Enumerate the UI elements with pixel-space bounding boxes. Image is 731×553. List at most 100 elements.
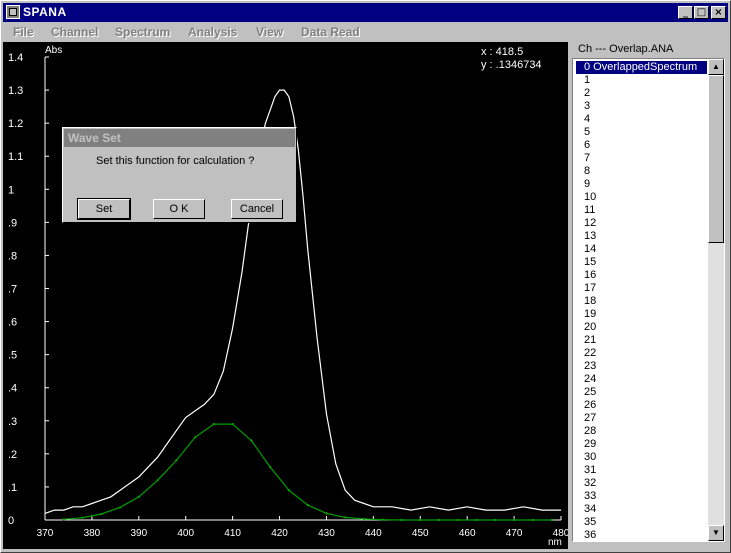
channel-item[interactable]: 31 <box>576 464 707 477</box>
channel-item[interactable]: 23 <box>576 360 707 373</box>
channel-item[interactable]: 16 <box>576 269 707 282</box>
cursor-y-readout: y : .1346734 <box>481 59 542 71</box>
app-icon[interactable] <box>6 5 20 19</box>
set-button[interactable]: Set <box>77 198 131 220</box>
menu-channel[interactable]: Channel <box>51 25 98 39</box>
menu-file[interactable]: File <box>13 25 34 39</box>
channel-item[interactable]: 5 <box>576 126 707 139</box>
channel-list-title: Ch --- Overlap.ANA <box>578 43 674 55</box>
x-tick-label: 400 <box>177 528 194 539</box>
fit-point <box>362 517 366 521</box>
channel-item[interactable]: 36 <box>576 529 707 541</box>
fit-point <box>494 518 497 522</box>
channel-item[interactable]: 4 <box>576 113 707 126</box>
fit-point <box>268 465 272 469</box>
y-tick-label: .4 <box>8 383 17 395</box>
channel-item[interactable]: 10 <box>576 191 707 204</box>
channel-item[interactable]: 8 <box>576 165 707 178</box>
fit-point <box>550 518 553 522</box>
y-tick-label: .8 <box>8 250 17 262</box>
channel-item[interactable]: 11 <box>576 204 707 217</box>
channel-item[interactable]: 12 <box>576 217 707 230</box>
maximize-button[interactable]: □ <box>694 6 709 19</box>
fit-point <box>381 518 384 521</box>
scroll-down-icon[interactable]: ▼ <box>708 525 724 541</box>
channel-item[interactable]: 19 <box>576 308 707 321</box>
y-tick-label: 0 <box>8 515 14 527</box>
y-tick-label: .6 <box>8 317 17 329</box>
channel-item[interactable]: 30 <box>576 451 707 464</box>
channel-item[interactable]: 34 <box>576 503 707 516</box>
channel-item[interactable]: 1 <box>576 74 707 87</box>
minimize-button[interactable]: _ <box>678 6 693 19</box>
channel-item[interactable]: 25 <box>576 386 707 399</box>
channel-item[interactable]: 21 <box>576 334 707 347</box>
fit-point <box>231 422 234 426</box>
x-tick-label: 460 <box>459 528 476 539</box>
channel-item[interactable]: 7 <box>576 152 707 165</box>
fit-point <box>419 518 422 522</box>
fit-point <box>81 516 84 519</box>
fit-point <box>62 518 65 521</box>
channel-item[interactable]: 33 <box>576 490 707 503</box>
x-tick-label: 470 <box>506 528 523 539</box>
channel-item[interactable]: 14 <box>576 243 707 256</box>
cursor-x-readout: x : 418.5 <box>481 46 524 58</box>
scroll-thumb[interactable] <box>708 75 724 243</box>
channel-item[interactable]: 26 <box>576 399 707 412</box>
y-tick-label: .7 <box>8 284 17 296</box>
channel-item[interactable]: 2 <box>576 87 707 100</box>
channel-item[interactable]: 20 <box>576 321 707 334</box>
fit-point <box>512 518 516 522</box>
x-tick-label: 370 <box>37 528 54 539</box>
channel-item[interactable]: 6 <box>576 139 707 152</box>
y-tick-label: 1 <box>8 184 14 196</box>
y-tick-label: .9 <box>8 217 17 229</box>
channel-list[interactable]: 0 OverlappedSpectrum 1 2 3 4 5 6 7 8 9 10 11 12 13 14 1… <box>572 58 725 542</box>
channel-item[interactable]: 3 <box>576 100 707 113</box>
vertical-scrollbar[interactable]: ▲ ▼ <box>708 59 724 541</box>
fit-point <box>193 436 197 439</box>
x-axis-label: nm <box>548 537 562 548</box>
channel-item[interactable]: 28 <box>576 425 707 438</box>
x-tick-label: 430 <box>318 528 335 539</box>
y-tick-label: .2 <box>8 449 17 461</box>
channel-item[interactable]: 9 <box>576 178 707 191</box>
channel-item[interactable]: 24 <box>576 373 707 386</box>
fit-point <box>531 518 535 522</box>
channel-item[interactable]: 18 <box>576 295 707 308</box>
fit-point <box>325 512 328 515</box>
fit-point <box>137 495 141 499</box>
y-tick-label: 1.2 <box>8 118 23 130</box>
fit-point <box>306 503 309 507</box>
channel-item[interactable]: 15 <box>576 256 707 269</box>
menu-data-read[interactable]: Data Read <box>301 25 360 39</box>
channel-item[interactable]: 35 <box>576 516 707 529</box>
channel-item[interactable]: 0 OverlappedSpectrum <box>576 61 707 74</box>
fit-point <box>475 518 478 522</box>
fit-point <box>344 516 347 519</box>
channel-item[interactable]: 17 <box>576 282 707 295</box>
menu-view[interactable]: View <box>256 25 283 39</box>
x-tick-label: 390 <box>130 528 147 539</box>
y-tick-label: .3 <box>8 416 17 428</box>
channel-item[interactable]: 22 <box>576 347 707 360</box>
close-button[interactable]: × <box>711 6 726 19</box>
ok-button[interactable]: O K <box>153 199 205 219</box>
scroll-up-icon[interactable]: ▲ <box>708 59 724 75</box>
menu-analysis[interactable]: Analysis <box>188 25 237 39</box>
channel-item[interactable]: 27 <box>576 412 707 425</box>
spectrum-plot[interactable]: 370 380 390 400 410 420 430 440 450 460 470 480 0.1.… <box>3 42 568 549</box>
title-bar[interactable]: SPANA _ □ × <box>3 3 728 22</box>
menu-spectrum[interactable]: Spectrum <box>115 25 170 39</box>
cancel-button[interactable]: Cancel <box>231 199 283 219</box>
spectrum-chart[interactable]: 370 380 390 400 410 420 430 440 450 460 470 4800.1.… <box>3 42 568 549</box>
wave-set-dialog: Wave Set Set this function for calculati… <box>62 127 297 223</box>
channel-item[interactable]: 13 <box>576 230 707 243</box>
channel-item[interactable]: 29 <box>576 438 707 451</box>
channel-item[interactable]: 32 <box>576 477 707 490</box>
y-tick-label: 1.1 <box>8 151 23 163</box>
app-title: SPANA <box>23 5 67 19</box>
dialog-title[interactable]: Wave Set <box>64 129 295 147</box>
x-tick-label: 410 <box>224 528 241 539</box>
